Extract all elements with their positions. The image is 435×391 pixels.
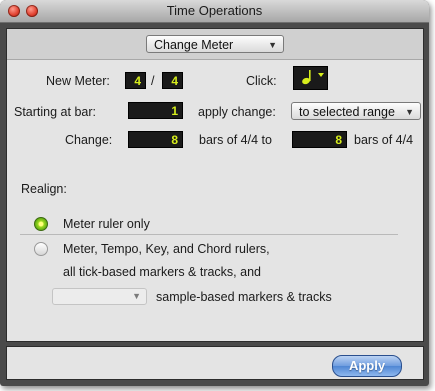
- realign-meter-only-radio[interactable]: [34, 217, 48, 231]
- new-meter-label: New Meter:: [46, 74, 110, 88]
- meter-separator: /: [151, 74, 155, 88]
- change-from-suffix: bars of 4/4 to: [199, 133, 272, 147]
- starting-at-bar-label: Starting at bar:: [14, 105, 96, 119]
- close-button[interactable]: [8, 5, 20, 17]
- change-from-field[interactable]: 8: [128, 131, 183, 148]
- quarter-note-icon: [302, 70, 324, 85]
- change-to-field[interactable]: 8: [292, 131, 347, 148]
- section-divider: [20, 234, 398, 235]
- change-to-suffix: bars of 4/4: [354, 133, 414, 147]
- realign-all-rulers-label[interactable]: Meter, Tempo, Key, and Chord rulers,: [63, 242, 270, 256]
- minimize-button[interactable]: [26, 5, 38, 17]
- operation-select-label: Change Meter: [154, 38, 234, 52]
- apply-change-label: apply change:: [198, 105, 276, 119]
- window-title: Time Operations: [166, 3, 263, 18]
- operation-select[interactable]: Change Meter ▼: [146, 35, 284, 53]
- sample-based-select: ▼: [52, 288, 147, 305]
- realign-all-rulers-radio[interactable]: [34, 242, 48, 256]
- realign-all-rulers-line3: sample-based markers & tracks: [156, 290, 332, 304]
- apply-change-select[interactable]: to selected range ▼: [291, 102, 421, 120]
- realign-label: Realign:: [21, 182, 67, 196]
- starting-bar-field[interactable]: 1: [128, 102, 183, 119]
- dropdown-arrow-icon: ▼: [405, 107, 414, 117]
- realign-meter-only-label[interactable]: Meter ruler only: [63, 217, 150, 231]
- dropdown-arrow-icon: ▼: [268, 40, 277, 50]
- dropdown-arrow-icon: ▼: [132, 291, 141, 301]
- click-note-button[interactable]: [293, 66, 328, 90]
- change-label: Change:: [65, 133, 113, 147]
- meter-denominator-field[interactable]: 4: [162, 72, 183, 89]
- time-operations-window: Time Operations Change Meter ▼ New Meter…: [0, 0, 429, 386]
- title-bar: Time Operations: [0, 0, 429, 23]
- realign-all-rulers-line2: all tick-based markers & tracks, and: [63, 265, 261, 279]
- apply-button[interactable]: Apply: [332, 355, 402, 377]
- click-label: Click:: [246, 74, 277, 88]
- apply-change-select-label: to selected range: [299, 105, 395, 119]
- meter-numerator-field[interactable]: 4: [125, 72, 146, 89]
